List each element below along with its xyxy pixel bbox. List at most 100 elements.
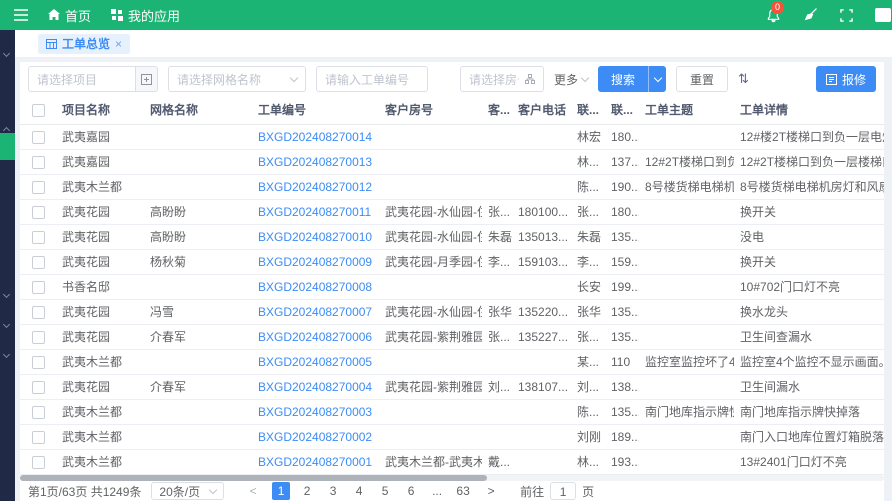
page-button-3[interactable]: 3 xyxy=(324,482,342,500)
cell-order_no[interactable]: BXGD202408270001 xyxy=(252,449,379,474)
more-label: 更多 xyxy=(554,71,578,88)
page-button-5[interactable]: 5 xyxy=(376,482,394,500)
user-icon[interactable] xyxy=(875,8,891,22)
chevron-down-icon[interactable] xyxy=(3,321,10,328)
sidebar-active-indicator[interactable] xyxy=(0,133,15,160)
notifications-button[interactable]: 0 xyxy=(766,8,781,23)
reset-button[interactable]: 重置 xyxy=(676,66,728,92)
page-button-4[interactable]: 4 xyxy=(350,482,368,500)
order-no-input[interactable]: 请输入工单编号 xyxy=(316,66,428,92)
cell-project: 武夷花园 xyxy=(56,374,144,399)
row-checkbox[interactable] xyxy=(32,131,45,144)
cell-order_no[interactable]: BXGD202408270013 xyxy=(252,149,379,174)
row-checkbox[interactable] xyxy=(32,381,45,394)
cell-order_no[interactable]: BXGD202408270002 xyxy=(252,424,379,449)
cell-cust_phone: 159103... xyxy=(512,249,571,274)
cell-order_no[interactable]: BXGD202408270014 xyxy=(252,124,379,149)
cell-project: 武夷花园 xyxy=(56,224,144,249)
row-checkbox[interactable] xyxy=(32,431,45,444)
search-dropdown-button[interactable] xyxy=(648,66,666,92)
sort-arrows-icon[interactable]: ⇅ xyxy=(738,71,749,87)
row-checkbox[interactable] xyxy=(32,206,45,219)
collapse-menu-icon[interactable] xyxy=(14,9,28,21)
cell-order_no[interactable]: BXGD202408270012 xyxy=(252,174,379,199)
cell-detail: 换开关 xyxy=(734,199,884,224)
chevron-down-icon[interactable] xyxy=(3,351,10,358)
row-checkbox[interactable] xyxy=(32,306,45,319)
cell-cust_name xyxy=(482,274,512,299)
horizontal-scrollbar-thumb[interactable] xyxy=(20,475,487,481)
chevron-down-icon[interactable] xyxy=(3,50,10,57)
cell-room: 武夷花园-紫荆雅园... xyxy=(379,374,482,399)
row-checkbox[interactable] xyxy=(32,256,45,269)
grid-name-select[interactable]: 请选择网格名称 xyxy=(168,66,306,92)
cell-order_no[interactable]: BXGD202408270007 xyxy=(252,299,379,324)
select-all-checkbox[interactable] xyxy=(32,104,45,117)
cell-room xyxy=(379,274,482,299)
cell-room: 武夷花园-水仙园-住... xyxy=(379,199,482,224)
project-select[interactable]: 请选择项目 xyxy=(28,66,136,92)
cell-cust_name xyxy=(482,349,512,374)
cell-order_no[interactable]: BXGD202408270006 xyxy=(252,324,379,349)
cell-contact_phone: 189... xyxy=(605,424,639,449)
chevron-down-icon[interactable] xyxy=(3,291,10,298)
row-checkbox[interactable] xyxy=(32,181,45,194)
tab-work-order-overview[interactable]: 工单总览 × xyxy=(38,34,130,54)
header-order_no: 工单编号 xyxy=(252,96,379,124)
cell-order_no[interactable]: BXGD202408270011 xyxy=(252,199,379,224)
fullscreen-button[interactable] xyxy=(840,9,853,22)
next-page-button[interactable]: > xyxy=(482,484,500,498)
navbar-left: 首页 我的应用 xyxy=(0,6,180,25)
page-size-select[interactable]: 20条/页 xyxy=(151,482,224,500)
table-row: 武夷木兰都BXGD202408270012陈...190...8号楼货梯电梯机房… xyxy=(20,174,884,199)
cell-order_no[interactable]: BXGD202408270009 xyxy=(252,249,379,274)
row-checkbox[interactable] xyxy=(32,356,45,369)
cell-grid_name xyxy=(144,349,252,374)
page-button-1[interactable]: 1 xyxy=(272,482,290,500)
row-checkbox[interactable] xyxy=(32,156,45,169)
row-checkbox[interactable] xyxy=(32,456,45,469)
notification-badge: 0 xyxy=(771,1,784,14)
close-icon[interactable]: × xyxy=(115,37,122,51)
cell-detail: 8号楼货梯电梯机房灯和风扇。电送不... xyxy=(734,174,884,199)
cell-order_no[interactable]: BXGD202408270004 xyxy=(252,374,379,399)
nav-item-home[interactable]: 首页 xyxy=(48,6,91,25)
cell-contact_phone: 135... xyxy=(605,299,639,324)
nav-item-my-apps[interactable]: 我的应用 xyxy=(111,6,180,25)
room-select[interactable]: 请选择房号 xyxy=(460,66,544,92)
cell-room: 武夷花园-月季园-住... xyxy=(379,249,482,274)
row-checkbox[interactable] xyxy=(32,231,45,244)
page-button-6[interactable]: 6 xyxy=(402,482,420,500)
cell-cust_phone: 180100... xyxy=(512,199,571,224)
cell-cust_name: 刘... xyxy=(482,374,512,399)
goto-page-input[interactable]: 1 xyxy=(550,482,576,500)
horizontal-scrollbar-track[interactable] xyxy=(20,475,884,481)
row-checkbox-cell xyxy=(20,299,56,324)
cell-subject xyxy=(639,374,734,399)
cell-order_no[interactable]: BXGD202408270005 xyxy=(252,349,379,374)
search-button[interactable]: 搜索 xyxy=(598,66,648,92)
cell-order_no[interactable]: BXGD202408270003 xyxy=(252,399,379,424)
project-picker-button[interactable] xyxy=(136,66,158,92)
prev-page-button[interactable]: < xyxy=(244,484,262,498)
org-tree-icon xyxy=(525,74,535,84)
row-checkbox[interactable] xyxy=(32,281,45,294)
clean-cache-button[interactable] xyxy=(803,8,818,22)
report-repair-button[interactable]: 报修 xyxy=(816,66,876,92)
page-button-63[interactable]: 63 xyxy=(454,482,472,500)
cell-order_no[interactable]: BXGD202408270010 xyxy=(252,224,379,249)
more-filters-button[interactable]: 更多 xyxy=(554,71,588,88)
cell-contact_name: 陈... xyxy=(571,399,605,424)
cell-order_no[interactable]: BXGD202408270008 xyxy=(252,274,379,299)
page-button-2[interactable]: 2 xyxy=(298,482,316,500)
cell-project: 武夷木兰都 xyxy=(56,174,144,199)
row-checkbox[interactable] xyxy=(32,406,45,419)
row-checkbox[interactable] xyxy=(32,331,45,344)
cell-contact_name: 朱磊 xyxy=(571,224,605,249)
cell-subject xyxy=(639,449,734,474)
cell-subject: 南门地库指示牌快掉... xyxy=(639,399,734,424)
table-row: 武夷木兰都BXGD202408270001武夷木兰都-武夷木...戴...林..… xyxy=(20,449,884,474)
cell-cust_name: 戴... xyxy=(482,449,512,474)
repair-label: 报修 xyxy=(842,71,866,88)
cell-contact_name: 林... xyxy=(571,449,605,474)
